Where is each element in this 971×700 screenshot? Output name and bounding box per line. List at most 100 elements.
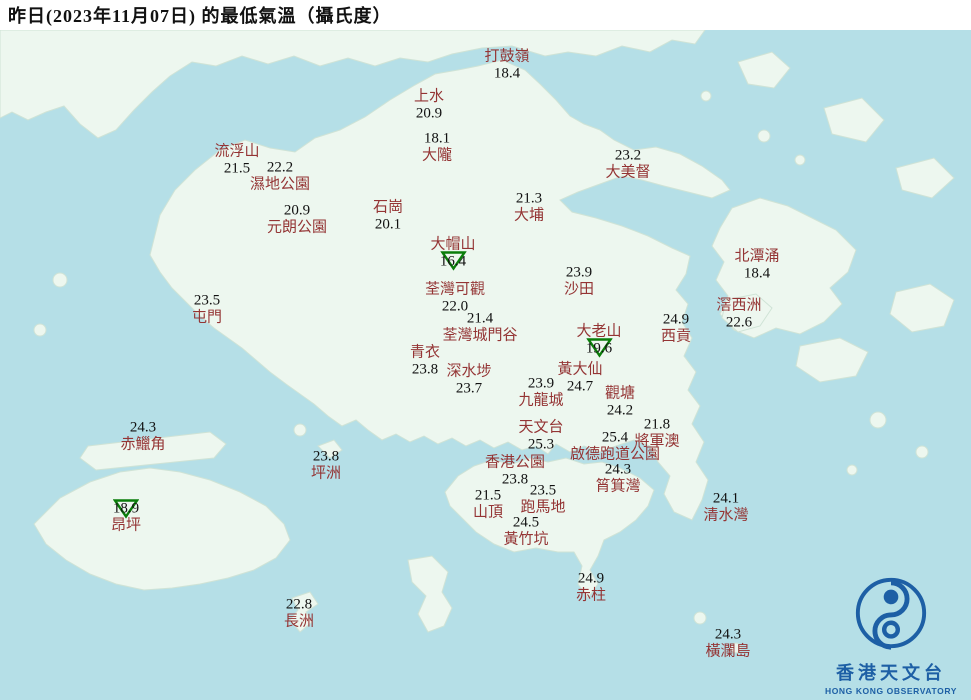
station-temperature: 23.8 (411, 361, 439, 377)
station-觀塘: 觀塘 24.2 (605, 386, 635, 419)
station-name: 沙田 (563, 281, 595, 297)
station-name: 荃灣可觀 (424, 281, 486, 298)
station-筲箕灣: 24.3 筲箕灣 (595, 462, 640, 495)
station-temperature: 23.9 (527, 375, 555, 392)
station-大美督: 23.2 大美督 (605, 148, 650, 181)
station-打鼓嶺: 打鼓嶺 18.4 (484, 49, 529, 82)
station-name: 橫瀾島 (705, 643, 751, 659)
station-青衣: 青衣 23.8 (410, 345, 440, 378)
station-大帽山: 大帽山 16.4 (430, 237, 476, 272)
station-name: 赤柱 (575, 587, 607, 603)
station-濕地公園: 22.2 濕地公園 (250, 160, 310, 193)
station-temperature: 23.9 (565, 264, 593, 281)
station-長洲: 22.8 長洲 (284, 597, 314, 630)
station-name: 筲箕灣 (595, 478, 641, 494)
station-黃大仙: 黃大仙 24.7 (557, 362, 602, 395)
station-name: 坪洲 (310, 465, 342, 481)
station-temperature: 20.9 (415, 105, 443, 121)
station-name: 元朗公園 (266, 219, 328, 235)
page: 打鼓嶺 18.4 上水 20.9 18.1 大隴 流浮山 21.5 22.2 濕地公園 20.9 元朗… (0, 0, 971, 700)
station-跑馬地: 23.5 跑馬地 (520, 483, 565, 516)
station-temperature: 22.8 (285, 596, 313, 613)
station-temperature: 24.1 (712, 490, 740, 507)
station-temperature: 18.1 (423, 130, 451, 147)
station-屯門: 23.5 屯門 (192, 293, 222, 326)
station-name: 上水 (413, 88, 445, 105)
station-沙田: 23.9 沙田 (564, 265, 594, 298)
station-赤鱲角: 24.3 赤鱲角 (120, 420, 165, 453)
station-name: 屯門 (191, 309, 223, 325)
station-name: 跑馬地 (520, 499, 566, 515)
station-temperature: 24.2 (606, 402, 634, 418)
hko-logo: 香港天文台 HONG KONG OBSERVATORY (821, 574, 961, 696)
station-name: 荃灣城門谷 (442, 327, 518, 343)
hko-logo-name-zh: 香港天文台 (836, 663, 946, 683)
station-temperature: 21.3 (515, 190, 543, 207)
station-temperature: 18.4 (743, 265, 771, 281)
station-北潭涌: 北潭涌 18.4 (734, 249, 779, 282)
station-荃灣城門谷: 21.4 荃灣城門谷 (442, 311, 517, 344)
station-temperature: 23.5 (193, 292, 221, 309)
station-temperature: 22.2 (266, 159, 294, 176)
station-name: 黃竹坑 (503, 531, 549, 547)
station-name: 赤鱲角 (120, 436, 166, 452)
station-name: 啟德跑道公園 (569, 446, 661, 462)
station-滘西洲: 滘西洲 22.6 (716, 298, 761, 331)
station-temperature: 24.9 (577, 570, 605, 587)
station-temperature: 21.5 (223, 160, 251, 176)
station-name: 大老山 (576, 323, 622, 340)
station-昂坪: 18.9 昂坪 (110, 499, 142, 534)
station-temperature: 22.6 (725, 314, 753, 330)
station-坪洲: 23.8 坪洲 (311, 449, 341, 482)
station-temperature: 20.1 (374, 216, 402, 232)
station-name: 大埔 (513, 207, 545, 223)
station-赤柱: 24.9 赤柱 (576, 571, 606, 604)
station-name: 流浮山 (214, 143, 260, 160)
station-name: 北潭涌 (734, 248, 780, 265)
station-name: 深水埗 (446, 363, 492, 380)
station-name: 黃大仙 (557, 361, 603, 378)
station-name: 西貢 (660, 328, 692, 344)
station-temperature: 24.7 (566, 378, 594, 394)
station-name: 觀塘 (604, 385, 636, 402)
station-name: 天文台 (518, 419, 564, 436)
station-temperature: 20.9 (283, 202, 311, 219)
station-temperature: 18.9 (112, 499, 140, 519)
station-啟德跑道公園: 25.4 啟德跑道公園 (570, 430, 660, 463)
station-temperature: 23.8 (312, 448, 340, 465)
station-temperature: 25.3 (527, 436, 555, 452)
station-name: 昂坪 (110, 517, 142, 533)
station-黃竹坑: 24.5 黃竹坑 (503, 515, 548, 548)
station-九龍城: 23.9 九龍城 (518, 376, 563, 409)
station-name: 長洲 (283, 613, 315, 629)
map-title: 昨日(2023年11月07日) 的最低氣溫（攝氏度） (8, 6, 392, 26)
station-上水: 上水 20.9 (414, 89, 444, 122)
station-temperature: 23.5 (529, 482, 557, 499)
station-大埔: 21.3 大埔 (514, 191, 544, 224)
station-深水埗: 深水埗 23.7 (446, 364, 491, 397)
station-name: 石崗 (372, 199, 404, 216)
station-天文台: 天文台 25.3 (518, 420, 563, 453)
station-name: 清水灣 (703, 507, 749, 523)
station-temperature: 24.9 (662, 311, 690, 328)
station-name: 大隴 (421, 147, 453, 163)
station-name: 濕地公園 (249, 176, 311, 192)
station-temperature: 24.3 (604, 461, 632, 478)
station-temperature: 21.5 (474, 487, 502, 504)
station-temperature: 19.6 (585, 338, 613, 359)
station-name: 九龍城 (518, 392, 564, 408)
station-name: 山頂 (472, 504, 504, 520)
station-西貢: 24.9 西貢 (661, 312, 691, 345)
station-橫瀾島: 24.3 橫瀾島 (705, 627, 750, 660)
station-name: 大美督 (605, 164, 651, 180)
station-山頂: 21.5 山頂 (473, 488, 503, 521)
station-name: 打鼓嶺 (484, 48, 530, 65)
station-石崗: 石崗 20.1 (373, 200, 403, 233)
station-temperature: 23.7 (455, 380, 483, 396)
station-temperature: 24.3 (714, 626, 742, 643)
station-temperature: 24.3 (129, 419, 157, 436)
hko-logo-name-en: HONG KONG OBSERVATORY (824, 686, 958, 696)
station-temperature: 23.2 (614, 147, 642, 164)
title-bar: 昨日(2023年11月07日) 的最低氣溫（攝氏度） (0, 0, 971, 30)
station-name: 青衣 (409, 344, 441, 361)
